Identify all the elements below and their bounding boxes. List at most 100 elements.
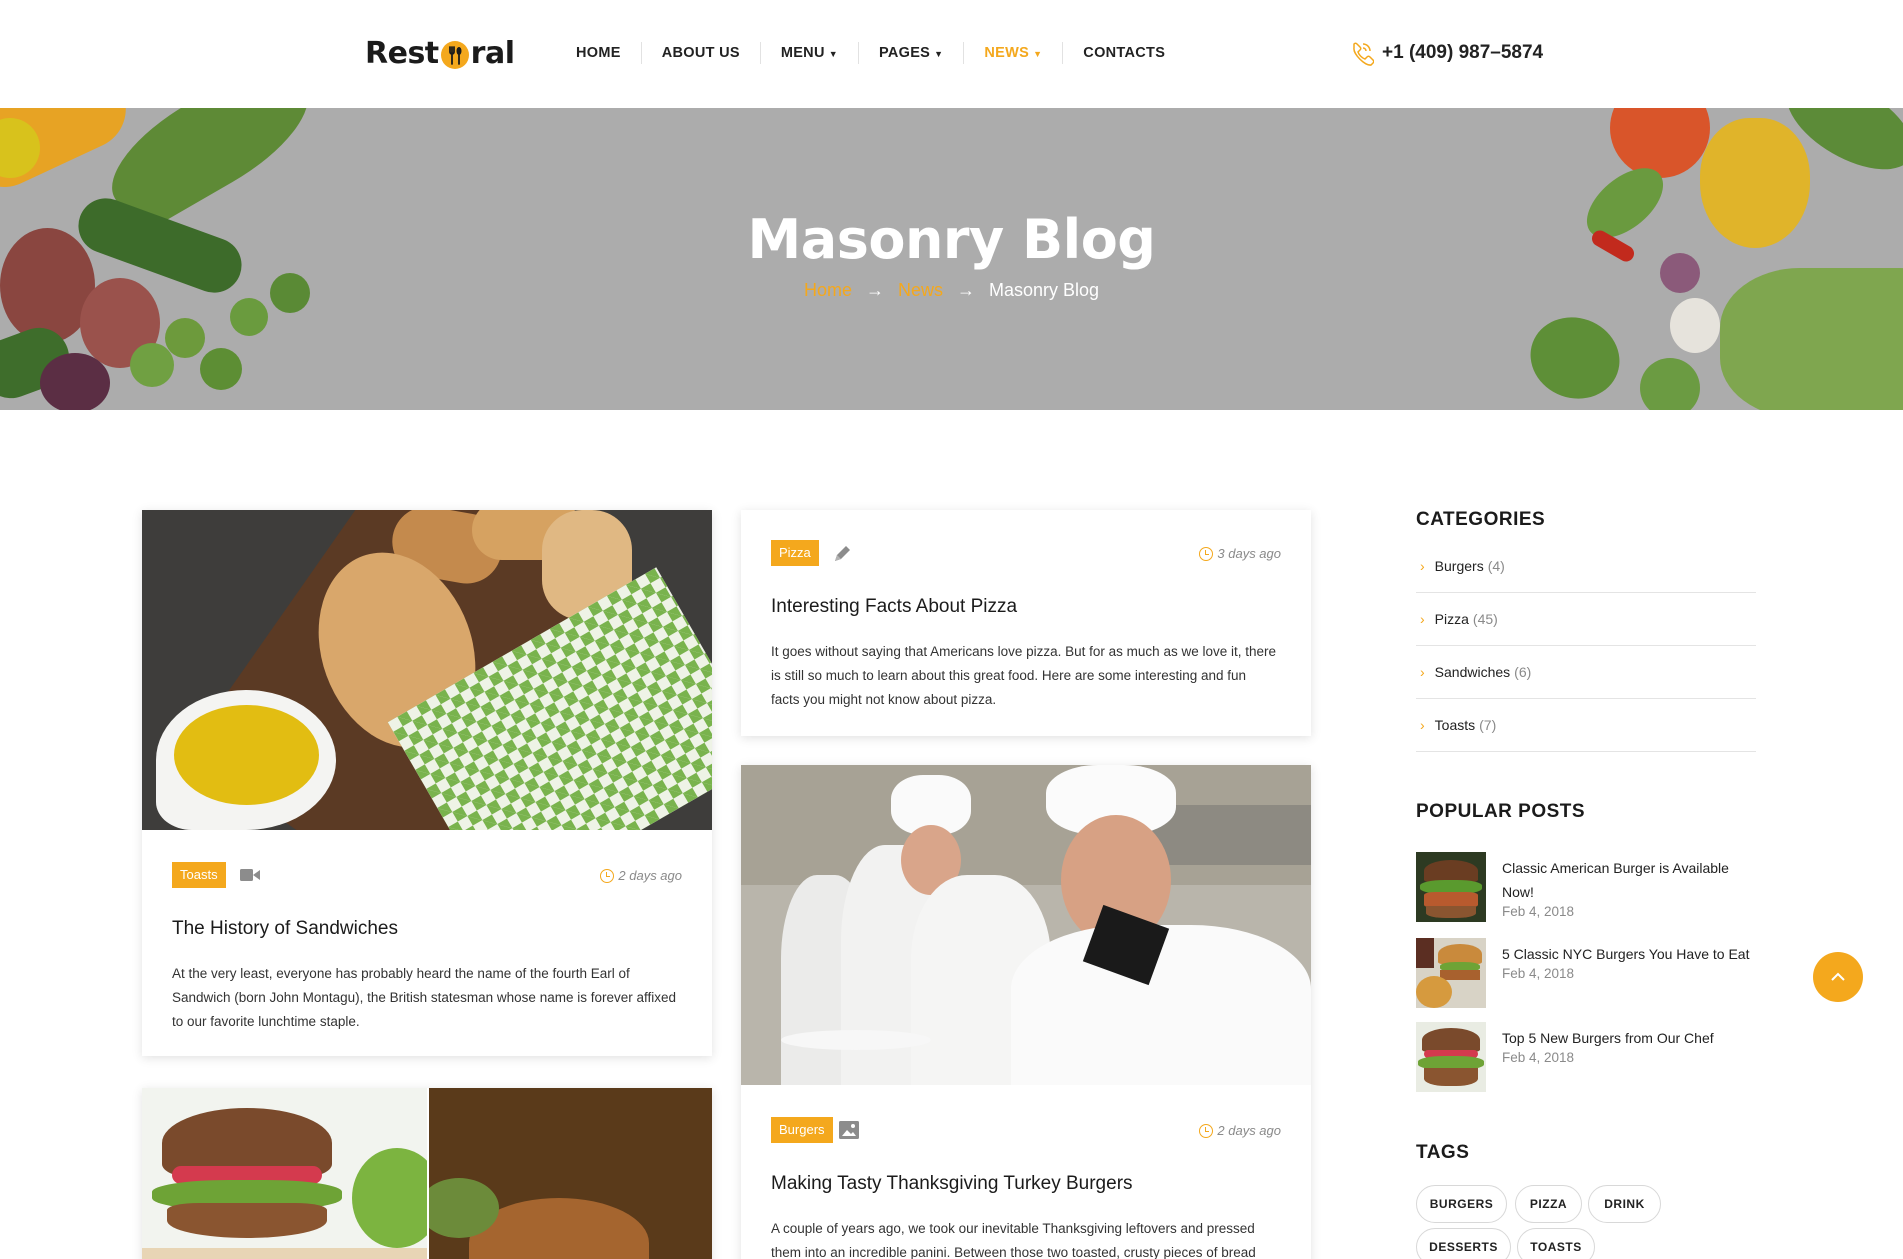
nav-contacts-label: CONTACTS: [1083, 45, 1166, 61]
tag-drink[interactable]: DRINK: [1588, 1185, 1661, 1223]
nav-contacts[interactable]: CONTACTS: [1063, 42, 1185, 64]
category-item-toasts[interactable]: › Toasts (7): [1416, 699, 1756, 752]
post-image-burger-dark[interactable]: [429, 1088, 712, 1259]
post-excerpt: It goes without saying that Americans lo…: [771, 640, 1296, 712]
excerpt-line: them into an incredible panini. Between …: [771, 1245, 1256, 1259]
nav-about-us[interactable]: ABOUT US: [642, 42, 761, 64]
post-excerpt: A couple of years ago, we took our inevi…: [771, 1217, 1291, 1259]
breadcrumb: Home → News → Masonry Blog: [0, 280, 1903, 301]
tag-burgers[interactable]: BURGERS: [1416, 1185, 1507, 1223]
category-name: Sandwiches: [1434, 664, 1511, 680]
post-title[interactable]: Interesting Facts About Pizza: [771, 596, 1017, 618]
popular-post-date: Feb 4, 2018: [1502, 1050, 1575, 1065]
logo-text-start: Rest: [365, 36, 439, 71]
post-image-toast[interactable]: [142, 510, 712, 830]
popular-post-item[interactable]: 5 Classic NYC Burgers You Have to Eat Fe…: [1416, 938, 1756, 1010]
category-count: (45): [1472, 611, 1498, 627]
post-image-burger-salad[interactable]: [142, 1088, 427, 1248]
post-date-text: 2 days ago: [618, 868, 682, 883]
page-hero: Masonry Blog Home → News → Masonry Blog: [0, 108, 1903, 410]
arrow-right-icon: →: [865, 280, 884, 300]
excerpt-line: facts you might not know about pizza.: [771, 692, 997, 707]
excerpt-line: A couple of years ago, we took our inevi…: [771, 1221, 1255, 1236]
popular-post-title[interactable]: Classic American Burger is Available Now…: [1502, 856, 1752, 904]
category-badge[interactable]: Toasts: [172, 862, 226, 888]
excerpt-line: is still so much to learn about this gre…: [771, 668, 1247, 683]
category-count: (6): [1514, 664, 1532, 680]
post-date: 2 days ago: [600, 868, 682, 883]
logo-fork-spoon-icon: [440, 40, 469, 69]
category-item-burgers[interactable]: › Burgers (4): [1416, 540, 1756, 593]
popular-post-item[interactable]: Top 5 New Burgers from Our Chef Feb 4, 2…: [1416, 1022, 1756, 1094]
popular-post-thumbnail[interactable]: [1416, 938, 1486, 1008]
phone-text: +1 (409) 987–5874: [1382, 42, 1544, 63]
popular-post-thumbnail[interactable]: [1416, 852, 1486, 922]
chevron-down-icon: ▼: [934, 49, 944, 59]
tag-toasts[interactable]: TOASTS: [1517, 1228, 1595, 1259]
pencil-icon: [835, 546, 850, 561]
breadcrumb-news[interactable]: News: [898, 280, 943, 300]
nav-pages[interactable]: PAGES ▼: [859, 42, 965, 64]
back-to-top-button[interactable]: [1813, 952, 1863, 1002]
excerpt-line: Sandwich (born John Montagu), the Britis…: [172, 990, 677, 1005]
post-date-text: 2 days ago: [1217, 1123, 1281, 1138]
popular-posts-heading: POPULAR POSTS: [1416, 801, 1586, 822]
tag-desserts[interactable]: DESSERTS: [1416, 1228, 1511, 1259]
chevron-right-icon: ›: [1420, 664, 1425, 680]
popular-post-date: Feb 4, 2018: [1502, 966, 1575, 981]
nav-home[interactable]: HOME: [556, 42, 642, 64]
chevron-down-icon: ▼: [828, 49, 838, 59]
breadcrumb-current: Masonry Blog: [988, 280, 1100, 300]
chevron-right-icon: ›: [1420, 611, 1425, 627]
chevron-down-icon: ▼: [1033, 49, 1043, 59]
excerpt-line: At the very least, everyone has probably…: [172, 966, 630, 981]
popular-post-date: Feb 4, 2018: [1502, 904, 1575, 919]
clock-icon: [1199, 1123, 1214, 1138]
chevron-up-icon: [1831, 972, 1845, 981]
tags-heading: TAGS: [1416, 1142, 1470, 1163]
category-item-sandwiches[interactable]: › Sandwiches (6): [1416, 646, 1756, 699]
main-nav: HOME ABOUT US MENU ▼ PAGES ▼ NEWS ▼ CONTACT…: [556, 42, 1185, 64]
nav-news[interactable]: NEWS ▼: [964, 42, 1064, 64]
post-title[interactable]: The History of Sandwiches: [172, 918, 398, 940]
popular-post-title[interactable]: 5 Classic NYC Burgers You Have to Eat: [1502, 942, 1752, 966]
post-date: 3 days ago: [1199, 546, 1281, 561]
category-name: Burgers: [1434, 558, 1484, 574]
blog-post-card: Burgers 2 days ago Making Tasty Thanksgi…: [741, 765, 1311, 1259]
logo-text-end: ral: [470, 36, 515, 71]
post-title[interactable]: Making Tasty Thanksgiving Turkey Burgers: [771, 1173, 1133, 1195]
phone-icon: [1353, 42, 1374, 66]
site-header: Rest ral HOME ABOUT US MENU ▼ PAGES ▼ NEWS…: [0, 0, 1903, 108]
nav-menu[interactable]: MENU ▼: [761, 42, 859, 64]
category-badge[interactable]: Burgers: [771, 1117, 833, 1143]
post-excerpt: At the very least, everyone has probably…: [172, 962, 692, 1034]
category-count: (4): [1487, 558, 1505, 574]
clock-icon: [600, 868, 615, 883]
post-date-text: 3 days ago: [1217, 546, 1281, 561]
popular-post-thumbnail[interactable]: [1416, 1022, 1486, 1092]
nav-news-label: NEWS: [984, 45, 1030, 61]
category-name: Pizza: [1434, 611, 1469, 627]
clock-icon: [1199, 546, 1214, 561]
image-icon: [839, 1121, 859, 1139]
tag-pizza[interactable]: PIZZA: [1515, 1185, 1582, 1223]
popular-post-item[interactable]: Classic American Burger is Available Now…: [1416, 852, 1756, 924]
category-item-pizza[interactable]: › Pizza (45): [1416, 593, 1756, 646]
categories-heading: CATEGORIES: [1416, 509, 1546, 530]
excerpt-line: to our favorite lunchtime staple.: [172, 1014, 360, 1029]
arrow-right-icon: →: [956, 280, 975, 300]
breadcrumb-home[interactable]: Home: [804, 280, 852, 300]
nav-pages-label: PAGES: [878, 45, 931, 61]
nav-menu-label: MENU: [780, 45, 825, 61]
logo[interactable]: Rest ral: [365, 36, 515, 71]
category-count: (7): [1479, 717, 1497, 733]
phone-number[interactable]: +1 (409) 987–5874: [1348, 40, 1543, 66]
blog-post-card: Pizza 3 days ago Interesting Facts About…: [741, 510, 1311, 736]
category-badge[interactable]: Pizza: [771, 540, 819, 566]
post-date: 2 days ago: [1199, 1123, 1281, 1138]
nav-home-label: HOME: [576, 45, 621, 61]
post-image-chefs[interactable]: [741, 765, 1311, 1085]
video-icon: [240, 869, 260, 881]
post-image-strip: [142, 1248, 427, 1259]
popular-post-title[interactable]: Top 5 New Burgers from Our Chef: [1502, 1026, 1752, 1050]
